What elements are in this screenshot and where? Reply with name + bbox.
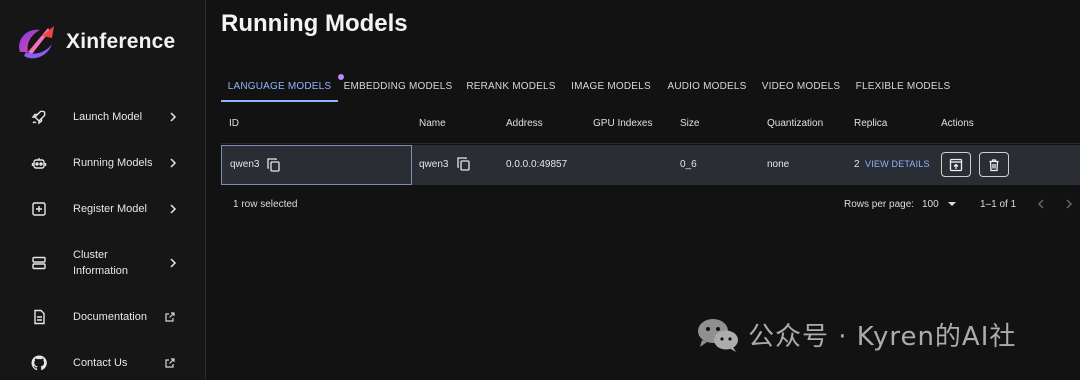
open-in-new-icon [949, 158, 963, 171]
sidebar-item-running-models[interactable]: Running Models [0, 143, 206, 183]
sidebar-item-contact-us[interactable]: Contact Us [0, 343, 206, 380]
external-link-icon [165, 358, 175, 368]
open-in-new-button[interactable] [941, 152, 971, 177]
tab-rerank-models[interactable]: RERANK MODELS [465, 70, 557, 102]
sidebar-item-documentation[interactable]: Documentation [0, 297, 206, 337]
id-cell[interactable]: qwen3 [221, 145, 412, 185]
model-quantization: none [767, 159, 790, 170]
rows-per-page-label: Rows per page: [844, 199, 915, 210]
model-type-tabs: LANGUAGE MODELS EMBEDDING MODELS RERANK … [221, 70, 1080, 102]
table-row[interactable]: qwen3 qwen3 0.0.0.0:49857 0_6 none 2 VIE… [221, 145, 1080, 185]
model-id: qwen3 [230, 159, 260, 170]
next-page-icon[interactable] [1063, 198, 1075, 210]
model-name: qwen3 [419, 159, 449, 170]
model-address: 0.0.0.0:49857 [506, 159, 568, 170]
chevron-right-icon [170, 158, 177, 168]
column-header-address[interactable]: Address [506, 118, 543, 129]
table-footer: 1 row selected Rows per page: 100 1–1 of… [221, 196, 1080, 212]
caret-down-icon [947, 202, 956, 206]
server-icon [32, 256, 46, 270]
brand-name: Xinference [66, 30, 176, 53]
sidebar-item-launch-model[interactable]: Launch Model [0, 97, 206, 137]
rows-per-page-select[interactable]: 100 [922, 196, 956, 212]
sidebar-item-label: Cluster Information [73, 249, 129, 277]
brand[interactable]: Xinference [14, 22, 175, 62]
view-details-button[interactable]: VIEW DETAILS [865, 159, 930, 169]
active-tab-indicator [221, 100, 338, 102]
tab-language-models[interactable]: LANGUAGE MODELS [221, 70, 338, 102]
xinference-logo-icon [19, 26, 54, 59]
sidebar-item-label: Register Model [73, 203, 147, 215]
column-header-replica[interactable]: Replica [854, 118, 887, 129]
column-header-gpu-indexes[interactable]: GPU Indexes [593, 118, 652, 129]
pagination-range: 1–1 of 1 [980, 199, 1017, 210]
external-link-icon [165, 312, 175, 322]
add-box-icon [32, 202, 46, 216]
copy-icon[interactable] [267, 158, 280, 172]
sidebar-item-cluster-information[interactable]: Cluster Information [0, 243, 206, 283]
model-replica: 2 [854, 159, 860, 170]
chevron-right-icon [170, 112, 177, 122]
app-root: Xinference Launch Model Running Models R… [0, 0, 1080, 380]
sidebar-item-label: Launch Model [73, 111, 143, 123]
watermark-text: 公众号 · Kyren的AI社 [748, 322, 1017, 352]
sidebar: Xinference Launch Model Running Models R… [0, 0, 206, 380]
column-header-id[interactable]: ID [229, 118, 239, 129]
model-size: 0_6 [680, 159, 697, 170]
page-title: Running Models [221, 10, 408, 37]
tab-audio-models[interactable]: AUDIO MODELS [665, 70, 749, 102]
column-header-size[interactable]: Size [680, 118, 699, 129]
column-header-quantization[interactable]: Quantization [767, 118, 823, 129]
copy-icon[interactable] [457, 157, 470, 171]
wechat-icon [698, 318, 738, 352]
chevron-right-icon [170, 204, 177, 214]
table-header: ID Name Address GPU Indexes Size Quantiz… [221, 104, 1080, 144]
sidebar-item-register-model[interactable]: Register Model [0, 189, 206, 229]
trash-icon [989, 158, 999, 171]
previous-page-icon[interactable] [1035, 198, 1047, 210]
selection-count: 1 row selected [233, 199, 298, 210]
github-icon [31, 355, 47, 371]
tab-image-models[interactable]: IMAGE MODELS [571, 70, 651, 102]
sidebar-item-label: Running Models [73, 157, 153, 169]
rows-per-page-value: 100 [922, 198, 939, 210]
sidebar-item-label: Documentation [73, 311, 147, 323]
column-header-actions: Actions [941, 118, 974, 129]
tab-flexible-models[interactable]: FLEXIBLE MODELS [854, 70, 952, 102]
tab-embedding-models[interactable]: EMBEDDING MODELS [342, 70, 454, 102]
watermark: 公众号 · Kyren的AI社 [696, 316, 1016, 353]
rocket-icon [31, 110, 46, 125]
robot-icon [31, 158, 47, 169]
delete-model-button[interactable] [979, 152, 1009, 177]
document-icon [34, 309, 45, 325]
tab-video-models[interactable]: VIDEO MODELS [761, 70, 841, 102]
chevron-right-icon [170, 258, 177, 268]
sidebar-item-label: Contact Us [73, 357, 128, 369]
column-header-name[interactable]: Name [419, 118, 446, 129]
